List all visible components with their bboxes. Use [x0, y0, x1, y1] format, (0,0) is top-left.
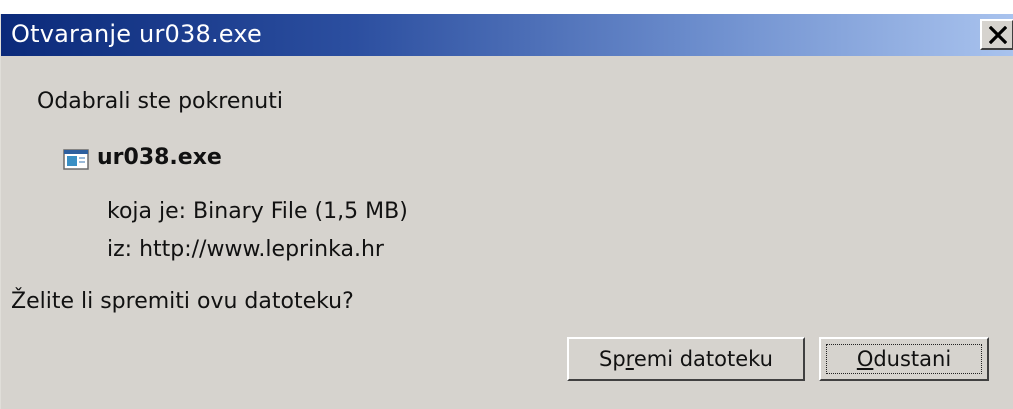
cancel-button[interactable]: Odustani — [819, 337, 989, 381]
file-download-dialog: Otvaranje ur038.exe Odabrali ste pokrenu… — [0, 14, 1013, 409]
save-label-end: emi datoteku — [633, 347, 773, 371]
window-title: Otvaranje ur038.exe — [11, 20, 262, 48]
executable-file-icon — [63, 149, 89, 170]
file-type-text: koja je: Binary File (1,5 MB) — [107, 199, 408, 224]
close-icon — [989, 26, 1007, 44]
file-source-text: iz: http://www.leprinka.hr — [107, 237, 384, 262]
save-label-start: Sp — [598, 347, 626, 371]
close-button[interactable] — [980, 19, 1013, 50]
title-bar[interactable]: Otvaranje ur038.exe — [1, 14, 1013, 56]
save-question: Želite li spremiti ovu datoteku? — [11, 289, 354, 314]
save-file-button[interactable]: Spremi datoteku — [567, 337, 805, 381]
intro-text: Odabrali ste pokrenuti — [37, 89, 283, 114]
file-name: ur038.exe — [97, 145, 222, 170]
save-accelerator: r — [625, 347, 634, 371]
focus-rectangle — [826, 344, 982, 374]
